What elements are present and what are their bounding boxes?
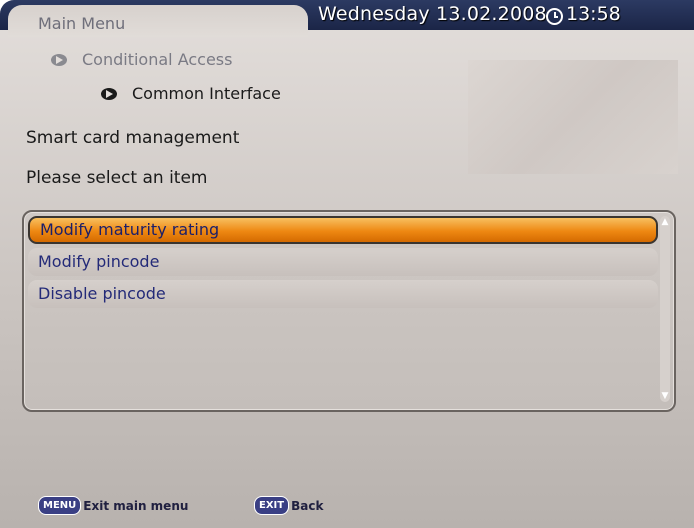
date-display: Wednesday 13.02.2008	[318, 3, 547, 25]
list-item[interactable]: Modify maturity rating	[28, 216, 658, 244]
breadcrumb-conditional-access: Conditional Access	[50, 50, 232, 69]
arrow-right-icon	[50, 53, 68, 67]
footer-menu-hint: MENU Exit main menu	[38, 496, 188, 515]
breadcrumb-common-interface: Common Interface	[100, 84, 281, 103]
scroll-down-icon[interactable]: ▼	[660, 390, 670, 402]
tv-screen: Wednesday 13.02.2008 13:58 Main Menu Con…	[0, 0, 694, 528]
prompt-text: Please select an item	[26, 168, 208, 188]
exit-key-icon: EXIT	[254, 496, 290, 515]
scroll-up-icon[interactable]: ▲	[660, 216, 670, 228]
video-preview	[468, 60, 678, 174]
list-item[interactable]: Disable pincode	[28, 280, 658, 308]
item-list: Modify maturity rating Modify pincode Di…	[22, 210, 676, 412]
exit-hint-label: Back	[291, 498, 324, 513]
breadcrumb-label: Common Interface	[132, 84, 281, 103]
section-title: Smart card management	[26, 128, 240, 148]
breadcrumb-label: Conditional Access	[82, 50, 233, 69]
menu-hint-label: Exit main menu	[83, 498, 189, 513]
time-display: 13:58	[566, 3, 621, 25]
clock-icon	[546, 8, 563, 25]
menu-key-icon: MENU	[38, 496, 82, 515]
footer-exit-hint: EXIT Back	[254, 496, 323, 515]
list-item[interactable]: Modify pincode	[28, 248, 658, 276]
scrollbar[interactable]: ▲ ▼	[660, 216, 670, 402]
breadcrumb-main-menu: Main Menu	[38, 14, 126, 33]
arrow-right-icon	[100, 87, 118, 101]
